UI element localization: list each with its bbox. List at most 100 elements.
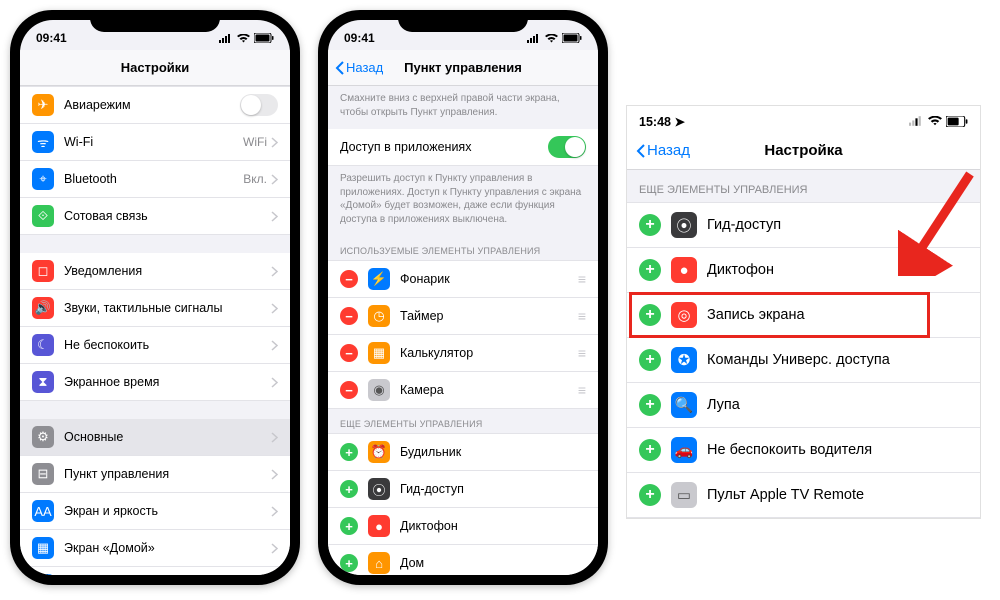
control-item-mag[interactable]: +🔍Лупа (627, 383, 980, 428)
control-item-car[interactable]: +🚗Не беспокоить водителя (627, 428, 980, 473)
car-icon: 🚗 (671, 437, 697, 463)
chevron-right-icon (271, 266, 278, 277)
signal-icon (909, 116, 924, 126)
status-time: 09:41 (36, 31, 67, 45)
add-button[interactable]: + (639, 304, 661, 326)
settings-cell-display[interactable]: AA Экран и яркость (20, 493, 290, 530)
settings-cell-wifi[interactable]: ᯤWi-FiWiFi (20, 124, 290, 161)
add-button[interactable]: + (340, 517, 358, 535)
cell-label: Дом (400, 556, 586, 570)
control-item-camera[interactable]: −◉Камера≡ (328, 372, 598, 409)
control-item-calc[interactable]: −▦Калькулятор≡ (328, 335, 598, 372)
section-more-label: ЕЩЕ ЭЛЕМЕНТЫ УПРАВЛЕНИЯ (328, 409, 598, 433)
signal-icon (527, 34, 541, 43)
settings-cell-home[interactable]: ▦ Экран «Домой» (20, 530, 290, 567)
cell-icon: ⟐ (32, 205, 54, 227)
drag-handle-icon[interactable]: ≡ (578, 308, 586, 324)
home-icon: ▦ (32, 537, 54, 559)
settings-cell-general[interactable]: ⚙Основные (20, 419, 290, 456)
remove-button[interactable]: − (340, 344, 358, 362)
control-item-record[interactable]: +◎Запись экрана (627, 293, 980, 338)
settings-cell-dnd[interactable]: ☾ Не беспокоить (20, 327, 290, 364)
settings-cell-bt[interactable]: ⌖ BluetoothВкл. (20, 161, 290, 198)
access-in-apps-cell[interactable]: Доступ в приложениях (328, 129, 598, 166)
remove-button[interactable]: − (340, 307, 358, 325)
cell-label: Авиарежим (64, 98, 240, 112)
settings-cell-notif[interactable]: ◻Уведомления (20, 253, 290, 290)
drag-handle-icon[interactable]: ≡ (578, 382, 586, 398)
signal-icon (219, 34, 233, 43)
control-item-guide[interactable]: + ⦿ Гид-доступ (328, 471, 598, 508)
add-button[interactable]: + (639, 214, 661, 236)
airplane-icon: ✈ (32, 94, 54, 116)
chevron-right-icon (271, 543, 278, 554)
hint-text: Разрешить доступ к Пункту управления в п… (328, 166, 598, 236)
settings-cell-cell[interactable]: ⟐ Сотовая связь (20, 198, 290, 235)
control-item-mic[interactable]: +●Диктофон (627, 248, 980, 293)
drag-handle-icon[interactable]: ≡ (578, 345, 586, 361)
settings-cell-control[interactable]: ⊟Пункт управления (20, 456, 290, 493)
flash-icon: ⚡ (368, 268, 390, 290)
toggle[interactable] (240, 94, 278, 116)
location-icon: ➤ (674, 115, 684, 129)
cell-label: Экран «Домой» (64, 541, 271, 555)
access-icon: ⍾ (32, 574, 54, 575)
cell-label: Доступ в приложениях (340, 140, 548, 154)
notch (398, 10, 528, 32)
add-button[interactable]: + (639, 394, 661, 416)
cell-label: Пульт Apple TV Remote (707, 487, 968, 503)
cell-label: Wi-Fi (64, 135, 243, 149)
mag-icon: 🔍 (671, 392, 697, 418)
timer-icon: ◷ (368, 305, 390, 327)
cell-label: Гид-доступ (400, 482, 586, 496)
cell-label: Будильник (400, 445, 586, 459)
control-item-remote[interactable]: +▭Пульт Apple TV Remote (627, 473, 980, 518)
control-item-access2[interactable]: +✪Команды Универс. доступа (627, 338, 980, 383)
remove-button[interactable]: − (340, 381, 358, 399)
control-item-mic[interactable]: +●Диктофон (328, 508, 598, 545)
panel-customize: 15:48 ➤ Назад Настройка ЕЩЕ ЭЛЕМЕНТЫ УПР… (626, 105, 981, 519)
chevron-right-icon (271, 469, 278, 480)
cell-label: Bluetooth (64, 172, 243, 186)
status-time: 09:41 (344, 31, 375, 45)
status-time: 15:48 ➤ (639, 114, 685, 129)
control-item-alarm[interactable]: +⏰Будильник (328, 433, 598, 471)
chevron-right-icon (271, 340, 278, 351)
add-button[interactable]: + (639, 259, 661, 281)
section-used-label: ИСПОЛЬЗУЕМЫЕ ЭЛЕМЕНТЫ УПРАВЛЕНИЯ (328, 236, 598, 260)
add-button[interactable]: + (340, 554, 358, 572)
cell-label: Экран и яркость (64, 504, 271, 518)
add-button[interactable]: + (639, 439, 661, 461)
cell-label: Не беспокоить (64, 338, 271, 352)
add-button[interactable]: + (340, 443, 358, 461)
add-button[interactable]: + (639, 484, 661, 506)
settings-cell-sound[interactable]: 🔊Звуки, тактильные сигналы (20, 290, 290, 327)
dnd-icon: ☾ (32, 334, 54, 356)
control-item-house[interactable]: + ⌂ Дом (328, 545, 598, 575)
cell-value: Вкл. (243, 172, 267, 186)
settings-cell-screentime[interactable]: ⧗Экранное время (20, 364, 290, 401)
back-button[interactable]: Назад (635, 142, 690, 159)
settings-cell-airplane[interactable]: ✈ Авиарежим (20, 86, 290, 124)
cell-label: Фонарик (400, 272, 578, 286)
notif-icon: ◻ (32, 260, 54, 282)
bt-icon: ⌖ (32, 168, 54, 190)
back-button[interactable]: Назад (334, 60, 383, 75)
settings-cell-access[interactable]: ⍾Универсальный доступ (20, 567, 290, 575)
guide-icon: ⦿ (368, 478, 390, 500)
cell-label: Команды Универс. доступа (707, 352, 968, 368)
control-item-guide[interactable]: +⦿Гид-доступ (627, 203, 980, 248)
remove-button[interactable]: − (340, 270, 358, 288)
cell-label: Сотовая связь (64, 209, 271, 223)
display-icon: AA (32, 500, 54, 522)
add-button[interactable]: + (340, 480, 358, 498)
house-icon: ⌂ (368, 552, 390, 574)
access-toggle[interactable] (548, 136, 586, 158)
control-item-timer[interactable]: −◷Таймер≡ (328, 298, 598, 335)
drag-handle-icon[interactable]: ≡ (578, 271, 586, 287)
camera-icon: ◉ (368, 379, 390, 401)
control-item-flash[interactable]: −⚡ Фонарик≡ (328, 260, 598, 298)
chevron-right-icon (271, 137, 278, 148)
add-button[interactable]: + (639, 349, 661, 371)
wifi-icon (928, 116, 942, 126)
